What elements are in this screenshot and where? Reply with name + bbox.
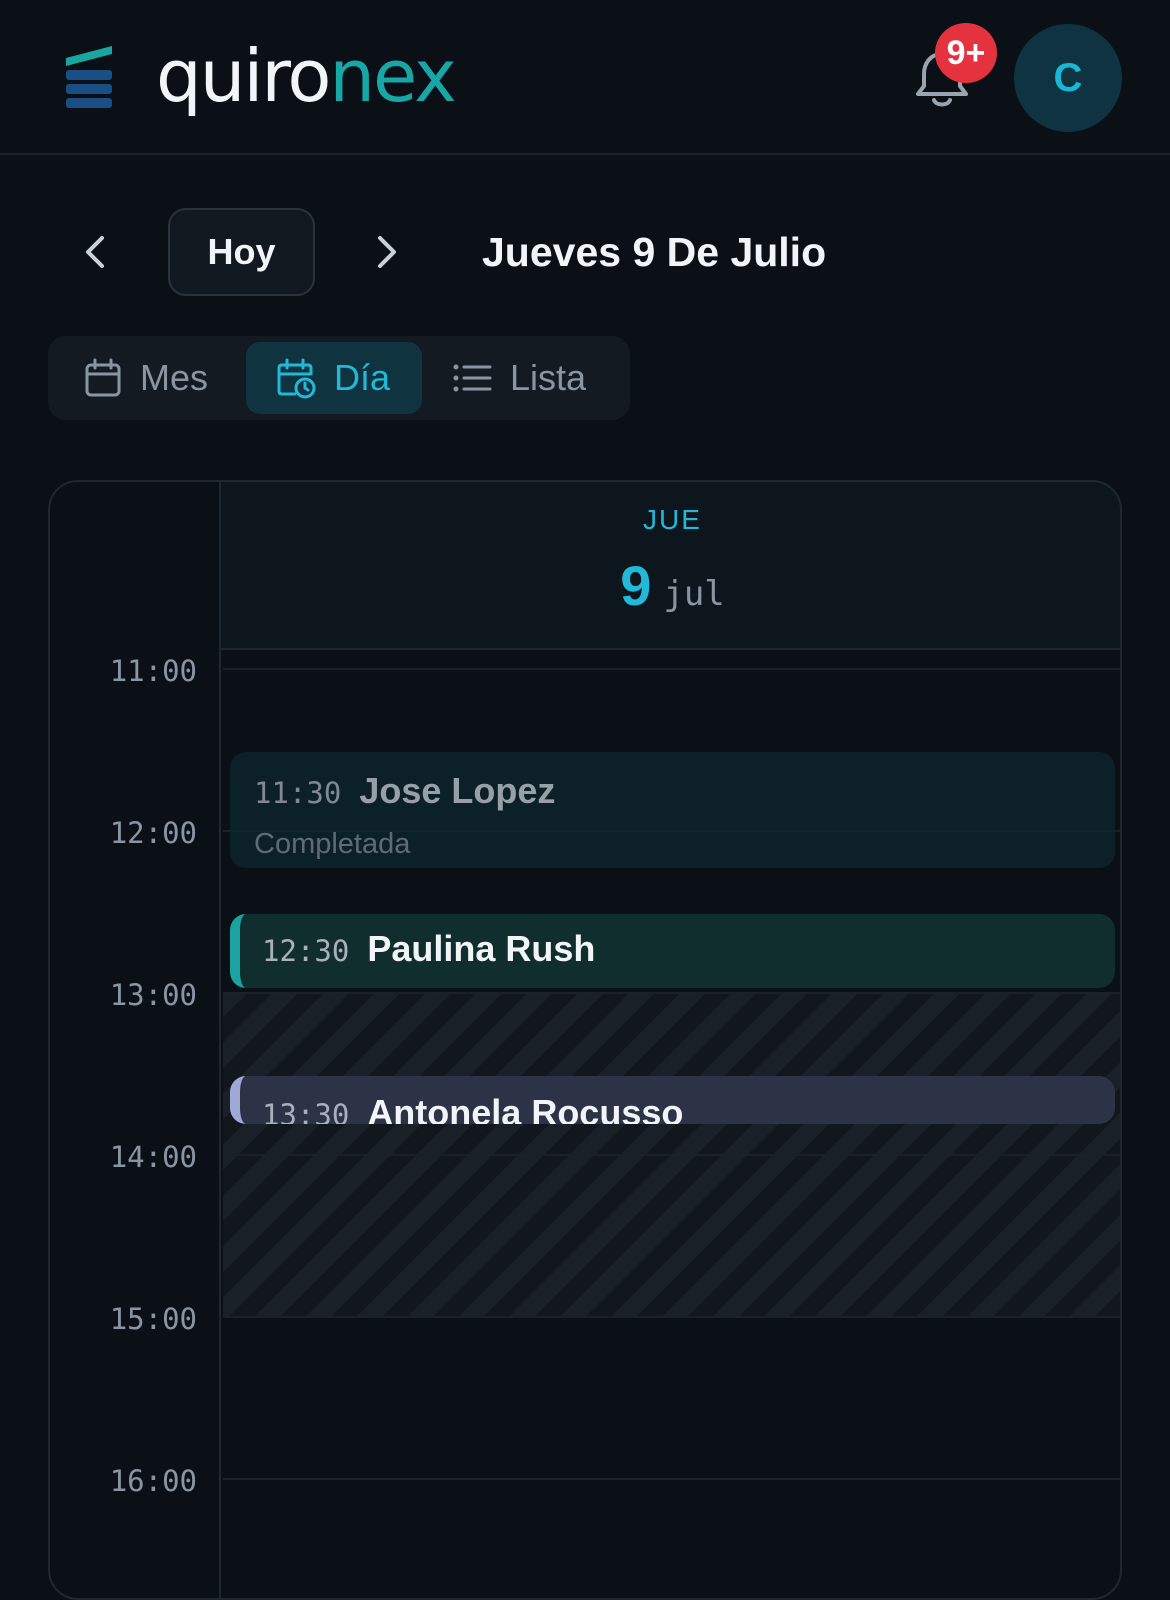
hour-line: [223, 668, 1120, 670]
day-date: 9 jul: [221, 554, 1120, 631]
hour-line: [223, 992, 1120, 994]
time-label: 16:00: [109, 1464, 197, 1498]
hour-line: [223, 1478, 1120, 1480]
time-label: 12:00: [109, 816, 197, 850]
appointment-antonela-rocusso[interactable]: 13:30 Antonela Rocusso: [230, 1076, 1115, 1124]
view-day-label: Día: [334, 357, 391, 398]
list-icon: [453, 364, 492, 392]
appointment-patient: Antonela Rocusso: [367, 1092, 684, 1124]
day-number: 9: [620, 554, 652, 617]
header-gutter: [50, 482, 221, 650]
time-label: 14:00: [109, 1140, 197, 1174]
appointment-patient: Paulina Rush: [367, 928, 596, 969]
today-button[interactable]: Hoy: [168, 208, 315, 296]
chevron-right-icon: [378, 236, 396, 268]
current-date-title: Jueves 9 De Julio: [482, 229, 827, 275]
calendar-clock-icon: [277, 358, 316, 399]
chevron-left-icon: [86, 236, 104, 268]
view-month-label: Mes: [140, 357, 209, 398]
calendar-icon: [85, 358, 121, 397]
appointment-patient: Jose Lopez: [359, 770, 556, 811]
hour-line: [223, 1154, 1120, 1156]
logo-icon: [66, 46, 112, 108]
hour-line: [223, 1316, 1120, 1318]
appointment-time: 13:30: [262, 1098, 350, 1124]
view-list-button[interactable]: Lista: [452, 342, 622, 414]
user-avatar[interactable]: C: [1014, 24, 1122, 132]
appointment-jose-lopez[interactable]: 11:30 Jose Lopez Completada: [230, 752, 1115, 868]
view-switcher: Mes Día Lista: [48, 336, 630, 420]
view-day-button[interactable]: Día: [246, 342, 422, 414]
calendar-header: JUE 9 jul: [50, 482, 1120, 650]
day-calendar: JUE 9 jul 11:00 12:00 13:00 14:00 15:00 1…: [48, 480, 1122, 1600]
appointment-time: 12:30: [262, 934, 350, 968]
view-list-label: Lista: [510, 357, 587, 398]
time-label: 15:00: [109, 1302, 197, 1336]
appointment-time: 11:30: [254, 776, 342, 810]
notification-badge: 9+: [935, 23, 997, 83]
appointment-status: Completada: [254, 828, 411, 860]
next-day-button[interactable]: [356, 222, 416, 282]
time-label: 13:00: [109, 978, 197, 1012]
month-abbr: jul: [663, 574, 725, 614]
time-label: 11:00: [109, 654, 197, 688]
time-column: 11:00 12:00 13:00 14:00 15:00 16:00: [50, 650, 221, 1598]
brand-logo-text: quironex: [156, 34, 457, 118]
previous-day-button[interactable]: [66, 222, 126, 282]
top-bar: quironex 9+ C: [0, 0, 1170, 155]
appointment-paulina-rush[interactable]: 12:30 Paulina Rush: [230, 914, 1115, 988]
day-name: JUE: [643, 504, 702, 535]
